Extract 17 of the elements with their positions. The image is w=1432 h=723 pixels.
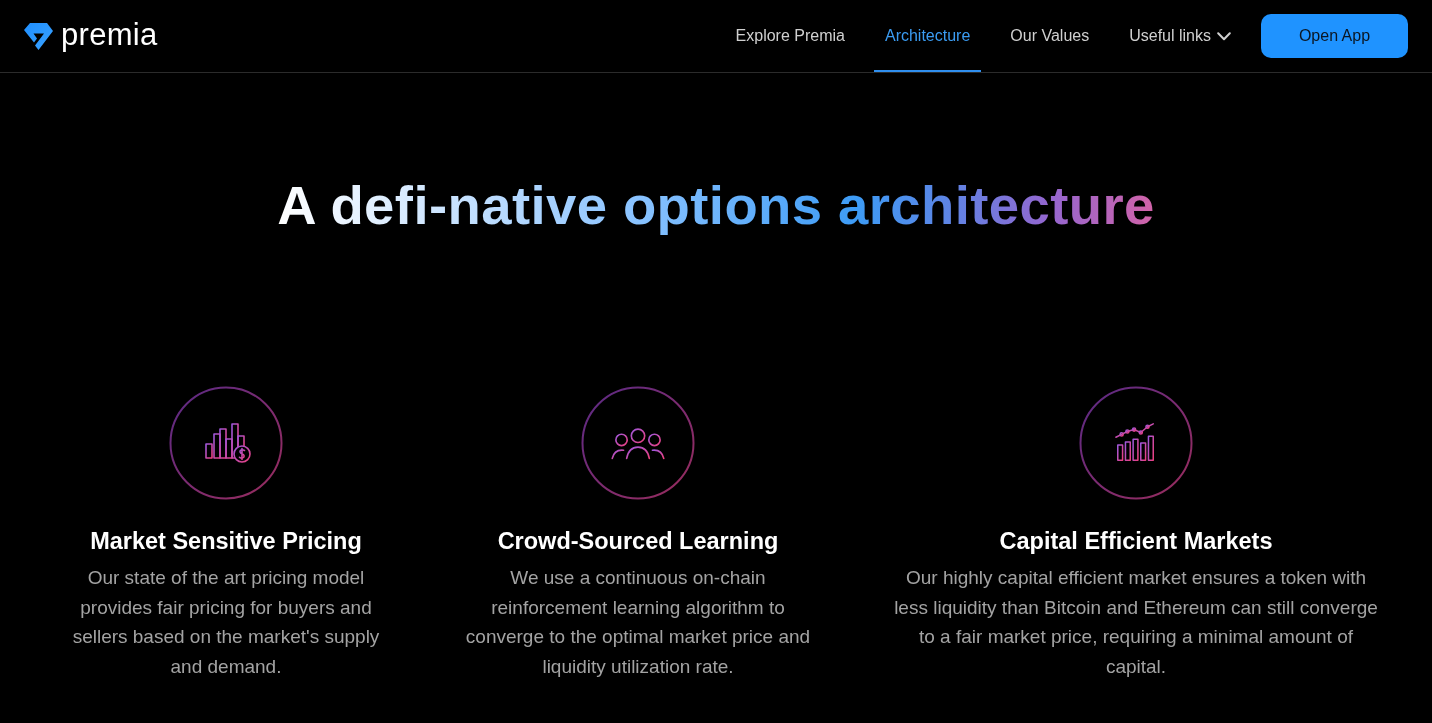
people-group-icon [581,386,695,500]
nav-link[interactable]: Architecture [873,0,982,72]
growth-chart-icon [1079,386,1193,500]
bar-chart-dollar-icon [169,386,283,500]
chevron-down-icon [1217,31,1231,41]
feature-description: We use a continuous on-chain reinforcement learning algorithm to converge to the optimal market price and liquidity utilization rate. [464,566,812,679]
open-app-button[interactable]: Open App [1261,14,1408,58]
feature-title: Capital Efficient Markets [999,527,1273,556]
feature-title: Crowd-Sourced Learning [497,527,779,556]
feature-description: Our state of the art pricing model provides fair pricing for buyers and sellers based on the market's supply and demand. [71,566,381,679]
logo-icon [24,22,53,50]
nav-link[interactable]: Explore Premia [724,0,856,72]
brand-logo[interactable]: premia [61,19,158,53]
nav-dropdown[interactable]: Useful links [1118,0,1242,72]
feature-title: Market Sensitive Pricing [90,527,362,556]
nav-link[interactable]: Our Values [999,0,1101,72]
feature-description: Our highly capital efficient market ensures a token with less liquidity than Bitcoin and Ethereum can still converge to a fair market price, requiring a minimal amount of capital. [894,566,1378,679]
